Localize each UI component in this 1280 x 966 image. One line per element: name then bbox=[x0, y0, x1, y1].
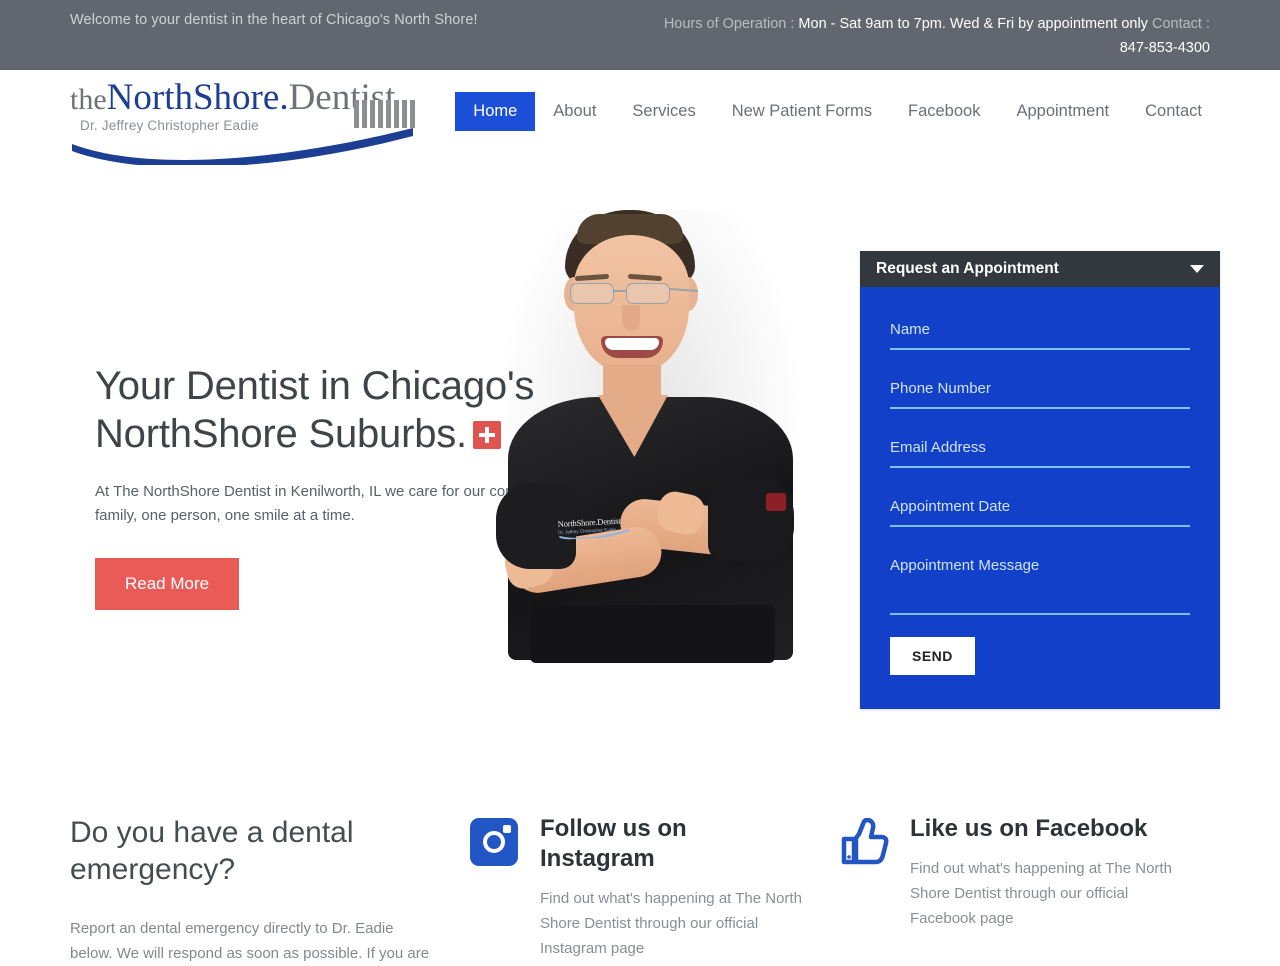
glasses-bridge bbox=[614, 290, 626, 292]
swoosh-graphic bbox=[72, 128, 413, 165]
contact-label: Contact : bbox=[1151, 16, 1210, 32]
facebook-heading: Like us on Facebook bbox=[910, 815, 1148, 842]
facebook-text: Find out what's happening at The North S… bbox=[910, 860, 1172, 927]
nav-item-services[interactable]: Services bbox=[614, 92, 713, 131]
emergency-heading: Do you have a dental emergency? bbox=[70, 816, 354, 886]
send-button[interactable]: SEND bbox=[890, 637, 975, 675]
hours-value: Mon - Sat 9am to 7pm. Wed & Fri by appoi… bbox=[798, 16, 1148, 32]
dentist-photo: NorthShore.Dentist Dr. Jeffrey Christoph… bbox=[470, 205, 820, 663]
name-input[interactable] bbox=[890, 317, 1190, 350]
instagram-lens bbox=[483, 831, 505, 853]
nav-item-home[interactable]: Home bbox=[455, 92, 536, 131]
facebook-block[interactable]: Like us on Facebook Find out what's happ… bbox=[840, 814, 1210, 966]
glasses-icon bbox=[566, 283, 699, 305]
thumbs-up-glyph bbox=[841, 817, 889, 865]
appointment-message-input[interactable] bbox=[890, 553, 1190, 615]
site-header: theNorthShore.Dentist Dr. Jeffrey Christ… bbox=[0, 70, 1280, 205]
site-logo[interactable]: theNorthShore.Dentist Dr. Jeffrey Christ… bbox=[70, 77, 416, 165]
nose bbox=[622, 305, 640, 331]
nav-item-contact[interactable]: Contact bbox=[1127, 92, 1220, 131]
logo-northshore: NorthShore bbox=[106, 77, 280, 118]
smiling-mouth bbox=[601, 336, 663, 358]
logo-dot: . bbox=[279, 77, 289, 118]
contact-phone[interactable]: 847-853-4300 bbox=[570, 36, 1210, 60]
facebook-thumbs-up-icon[interactable] bbox=[840, 814, 892, 966]
appointment-form-title: Request an Appointment bbox=[876, 260, 1059, 277]
chevron-down-icon[interactable] bbox=[1190, 265, 1204, 273]
instagram-icon[interactable] bbox=[470, 814, 522, 966]
bottom-section: Do you have a dental emergency? Report a… bbox=[0, 780, 1280, 966]
emergency-text: Report an dental emergency directly to D… bbox=[70, 920, 430, 962]
glasses-temple bbox=[669, 288, 699, 292]
appointment-form-body: SEND bbox=[860, 287, 1220, 709]
nav-item-new-patient-forms[interactable]: New Patient Forms bbox=[714, 92, 890, 131]
logo-the: the bbox=[70, 83, 107, 116]
sleeve-badge bbox=[766, 493, 786, 511]
instagram-block[interactable]: Follow us on Instagram Find out what's h… bbox=[470, 814, 840, 966]
hero-title-line2: NorthShore Suburbs. bbox=[95, 412, 467, 456]
appointment-form-header[interactable]: Request an Appointment bbox=[860, 251, 1220, 287]
instagram-heading: Follow us on Instagram bbox=[540, 815, 687, 872]
hours-and-contact: Hours of Operation : Mon - Sat 9am to 7p… bbox=[570, 12, 1210, 60]
email-input[interactable] bbox=[890, 435, 1190, 468]
sleeve-right bbox=[708, 475, 794, 561]
appointment-form-panel[interactable]: Request an Appointment SEND bbox=[860, 251, 1220, 709]
read-more-button[interactable]: Read More bbox=[95, 558, 240, 610]
torso-lower bbox=[530, 605, 775, 663]
instagram-flash bbox=[503, 825, 511, 833]
hours-label: Hours of Operation : bbox=[663, 16, 795, 32]
hero-section: Your Dentist in Chicago's NorthShore Sub… bbox=[0, 205, 1280, 780]
lens-left bbox=[570, 283, 614, 304]
dental-emergency-block: Do you have a dental emergency? Report a… bbox=[70, 814, 470, 966]
hero-title-line1: Your Dentist in Chicago's bbox=[95, 364, 535, 408]
nav-item-about[interactable]: About bbox=[535, 92, 614, 131]
main-navigation[interactable]: Home About Services New Patient Forms Fa… bbox=[455, 92, 1220, 131]
lens-right bbox=[626, 283, 670, 304]
nav-item-facebook[interactable]: Facebook bbox=[890, 92, 998, 131]
shirt-embroidered-logo: NorthShore.Dentist Dr. Jeffrey Christoph… bbox=[557, 515, 632, 541]
phone-input[interactable] bbox=[890, 376, 1190, 409]
instagram-text: Find out what's happening at The North S… bbox=[540, 890, 802, 957]
welcome-message: Welcome to your dentist in the heart of … bbox=[70, 12, 478, 28]
top-info-bar: Welcome to your dentist in the heart of … bbox=[0, 0, 1280, 70]
teeth bbox=[605, 338, 659, 350]
appointment-date-input[interactable] bbox=[890, 494, 1190, 527]
nav-item-appointment[interactable]: Appointment bbox=[998, 92, 1127, 131]
